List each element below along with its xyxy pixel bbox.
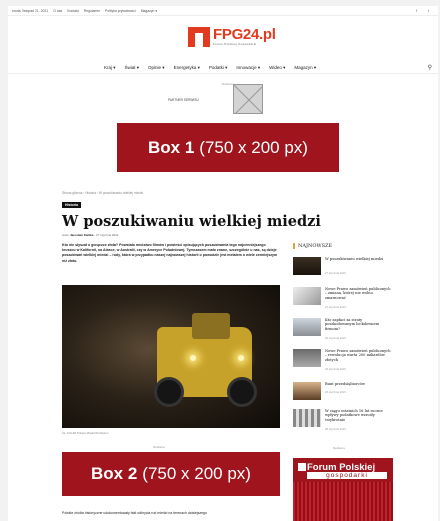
sidebar-thumb[interactable] [293,287,321,305]
top-link-magazine[interactable]: Magazyn ▾ [141,9,157,13]
article-photo [62,285,280,428]
site-logo[interactable]: FPG24.pl Forum Polskiej Gospodarki [188,27,276,47]
ad-box-2-label: Reklama [153,445,165,449]
article-date: 27 stycznia 2021 [96,233,119,237]
sidebar-item-title[interactable]: W ciągu ostatnich 16 lat roczne wpływy p… [325,409,393,422]
page: środa, listopad 21, 2021 O nas Kontakt R… [8,6,438,521]
article-meta: Autor Jarosław Kwitka - 27 stycznia 2021 [62,233,119,237]
sidebar-thumb[interactable] [293,382,321,400]
nav-item-magazyn[interactable]: Magazyn ▾ [294,65,316,71]
twitter-icon[interactable]: t [428,9,429,13]
sidebar: NAJNOWSZE W poszukiwaniu wielkiej miedzi… [293,243,393,431]
sidebar-thumb[interactable] [293,257,321,275]
sidebar-item-date: 25 stycznia 2021 [325,427,346,431]
partner-block: Reklama PARTNER SERWISU [168,82,268,114]
nav-item-podatki[interactable]: Podatki ▾ [209,65,228,71]
ad-box-1-title: Box 1 [148,137,195,157]
sidebar-item[interactable]: W ciągu ostatnich 16 lat roczne wpływy p… [293,409,393,431]
top-link-about[interactable]: O nas [53,9,62,13]
logo-text: FPG24.pl [213,26,276,43]
main-nav: Kraj ▾ Świat ▾ Opinie ▾ Energetyka ▾ Pod… [8,64,438,74]
partner-image-placeholder[interactable] [233,84,263,114]
sidebar-item[interactable]: W poszukiwaniu wielkiej miedzi 27 styczn… [293,257,393,279]
top-link-privacy[interactable]: Polityka prywatności [105,9,136,13]
headlight [238,355,244,361]
sidebar-item-title[interactable]: Nowe Prawo zamówień publicznych – zmiana… [325,287,393,300]
sidebar-item-title[interactable]: W poszukiwaniu wielkiej miedzi [325,257,393,261]
search-icon[interactable]: ⚲ [428,64,432,71]
sidebar-item-date: 26 stycznia 2021 [325,336,346,340]
ad-box-1-size: (750 x 200 px) [199,137,308,157]
category-badge[interactable]: Historia [62,202,82,208]
breadcrumb[interactable]: Strona główna › Historia › W poszukiwani… [62,191,143,195]
top-bar: środa, listopad 21, 2021 O nas Kontakt R… [8,6,438,16]
sidebar-ad[interactable]: Forum Polskiej gospodarki [293,458,393,521]
forum-logo-icon [298,463,306,471]
nav-item-opinie[interactable]: Opinie ▾ [148,65,165,71]
sidebar-item-date: 27 stycznia 2021 [325,271,346,275]
sidebar-thumb[interactable] [293,318,321,336]
sidebar-item-title[interactable]: Nowe Prawo zamówień publicznych – rewolu… [325,349,393,362]
headlight [190,355,196,361]
partner-label: PARTNER SERWISU [168,98,199,102]
nav-item-wideo[interactable]: Wideo ▾ [269,65,285,71]
ad-box-2-title: Box 2 [91,464,138,483]
ad-box-2[interactable]: Box 2 (750 x 200 px) [62,452,280,496]
sidebar-item-title[interactable]: Kto zapłaci za straty poszkodowanym lock… [325,318,393,331]
ad-box-1[interactable]: Box 1 (750 x 200 px) [117,123,339,172]
top-link-contact[interactable]: Kontakt [67,9,79,13]
nav-item-swiat[interactable]: Świat ▾ [125,65,140,71]
sidebar-item[interactable]: Kto zapłaci za straty poszkodowanym lock… [293,318,393,340]
sidebar-item-date: 26 stycznia 2021 [325,390,346,394]
sidebar-ad-subtitle: gospodarki [307,472,387,479]
sidebar-item[interactable]: Nowe Prawo zamówień publicznych – zmiana… [293,287,393,309]
sidebar-item-date: 27 stycznia 2021 [325,305,346,309]
nav-item-kraj[interactable]: Kraj ▾ [104,65,116,71]
sidebar-item-title[interactable]: Bunt przedsiębiorców [325,382,393,386]
nav-item-energetyka[interactable]: Energetyka ▾ [174,65,200,71]
author-link[interactable]: Jarosław Kwitka [70,233,93,237]
sidebar-item[interactable]: Bunt przedsiębiorców 26 stycznia 2021 [293,382,393,404]
facebook-icon[interactable]: f [416,9,417,13]
author-prefix: Autor [62,233,70,237]
sidebar-thumb[interactable] [293,409,321,427]
nav-item-innowacje[interactable]: Innowacje ▾ [236,65,260,71]
article-body: Polskie źródła historyczne udokumentował… [62,511,207,515]
logo-mark-icon [188,27,210,47]
ad-box-2-size: (750 x 200 px) [142,464,251,483]
sidebar-ad-graphic [293,482,393,521]
truck-cab [192,313,230,339]
truck-wheel [227,377,257,407]
photo-caption: fot. KGHM Polska Miedź/Archiwum [62,431,109,435]
top-date: środa, listopad 21, 2021 [12,8,49,13]
sidebar-thumb[interactable] [293,349,321,367]
article-title: W poszukiwaniu wielkiej miedzi [62,213,321,230]
social-links: f t [416,9,434,13]
article-lead: Kto nie słyszał o gorączce złota? Powsta… [62,243,278,263]
sidebar-item[interactable]: Nowe Prawo zamówień publicznych – rewolu… [293,349,393,371]
sidebar-item-date: 26 stycznia 2021 [325,367,346,371]
top-link-rules[interactable]: Regulamin [84,9,100,13]
sidebar-heading: NAJNOWSZE [293,243,393,249]
truck-wheel [154,377,184,407]
sidebar-ad-label: Reklama [333,446,345,450]
